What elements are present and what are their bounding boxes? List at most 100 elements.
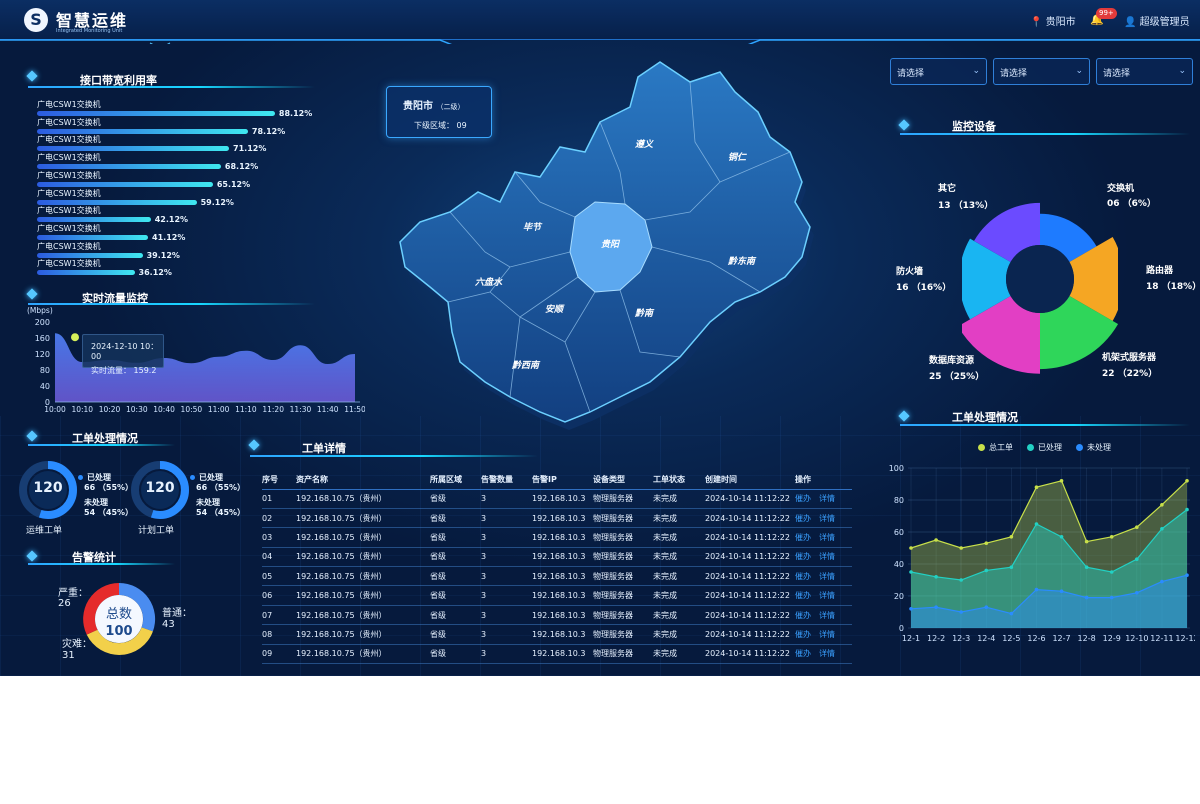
legend-dot xyxy=(1076,444,1083,451)
table-cell: 192.168.10.75（贵州） xyxy=(296,547,430,568)
table-cell: 06 xyxy=(262,585,296,606)
table-cell: 未完成 xyxy=(653,644,705,665)
table-cell: 未完成 xyxy=(653,566,705,587)
series-point xyxy=(1109,535,1114,539)
detail-link[interactable]: 详情 xyxy=(819,489,852,509)
detail-link[interactable]: 详情 xyxy=(819,605,852,626)
ops-done-value: 66 （55%） xyxy=(84,483,134,492)
urge-link[interactable]: 催办 xyxy=(795,644,819,665)
trend-legend: 总工单 已处理 未处理 xyxy=(978,442,1125,453)
devices-title: 监控设备 xyxy=(952,120,996,133)
detail-link[interactable]: 详情 xyxy=(819,547,852,568)
x-tick-label: 10:00 xyxy=(44,405,66,414)
detail-link[interactable]: 详情 xyxy=(819,527,852,548)
table-cell: 07 xyxy=(262,605,296,626)
urge-link[interactable]: 催办 xyxy=(795,547,819,568)
series-point xyxy=(934,538,938,542)
bandwidth-value: 41.12% xyxy=(152,232,186,242)
urge-link[interactable]: 催办 xyxy=(795,508,819,529)
filter-select-1[interactable]: 请选择 ⌄ xyxy=(890,58,987,85)
table-cell: 2024-10-14 11:12:22 xyxy=(705,566,795,587)
table-cell: 2024-10-14 11:12:22 xyxy=(705,585,795,606)
device-value-db: 25 （25%） xyxy=(929,372,985,382)
table-header-cell: 序号 xyxy=(262,470,296,490)
table-header-cell: 工单状态 xyxy=(653,470,705,490)
urge-link[interactable]: 催办 xyxy=(795,527,819,548)
table-cell: 3 xyxy=(481,547,532,568)
series-point xyxy=(1135,557,1139,561)
filter-select-3[interactable]: 请选择 ⌄ xyxy=(1096,58,1193,85)
filter-select-2[interactable]: 请选择 ⌄ xyxy=(993,58,1090,85)
table-cell: 192.168.10.3 xyxy=(532,527,593,548)
plan-todo-value: 54 （45%） xyxy=(196,508,246,517)
y-tick-label: 200 xyxy=(35,318,50,327)
urge-link[interactable]: 催办 xyxy=(795,585,819,606)
bandwidth-item-label: 广电CSW1交换机 xyxy=(37,153,101,163)
guizhou-map[interactable]: 遵义 铜仁 毕节 贵阳 黔东南 六盘水 安顺 黔南 黔西南 xyxy=(390,52,820,432)
chevron-down-icon: ⌄ xyxy=(1075,66,1083,76)
bandwidth-item-label: 广电CSW1交换机 xyxy=(37,170,101,180)
urge-link[interactable]: 催办 xyxy=(795,489,819,509)
device-value-firewall: 16 （16%） xyxy=(896,283,952,293)
title-underline xyxy=(250,455,538,457)
table-cell: 192.168.10.3 xyxy=(532,605,593,626)
logo-icon: S xyxy=(24,8,48,32)
urge-link[interactable]: 催办 xyxy=(795,624,819,645)
table-cell: 01 xyxy=(262,489,296,509)
bandwidth-value: 42.12% xyxy=(154,215,189,225)
x-tick-label: 12-8 xyxy=(1078,634,1096,643)
detail-link[interactable]: 详情 xyxy=(819,508,852,529)
legend-item[interactable]: 未处理 xyxy=(1076,443,1111,452)
bandwidth-bar xyxy=(37,252,143,258)
series-point xyxy=(909,570,913,574)
map-label-qianxinan: 黔西南 xyxy=(511,360,541,371)
legend-item[interactable]: 总工单 xyxy=(978,443,1013,452)
location-selector[interactable]: 📍 贵阳市 xyxy=(1030,13,1076,28)
device-label-router: 路由器 xyxy=(1146,266,1174,276)
alarm-severe-label: 严重： xyxy=(58,588,88,599)
device-value-router: 18 （18%） xyxy=(1146,282,1200,292)
table-cell: 物理服务器 xyxy=(593,624,653,645)
table-cell: 物理服务器 xyxy=(593,566,653,587)
table-cell: 物理服务器 xyxy=(593,585,653,606)
legend-item[interactable]: 已处理 xyxy=(1027,443,1062,452)
table-cell: 3 xyxy=(481,489,532,509)
rose-center xyxy=(1006,245,1074,313)
x-tick-label: 11:40 xyxy=(317,405,339,414)
urge-link[interactable]: 催办 xyxy=(795,566,819,587)
user-icon: 👤 xyxy=(1124,17,1137,28)
table-cell: 省级 xyxy=(430,527,481,548)
series-point xyxy=(1135,525,1139,529)
ops-order-name: 运维工单 xyxy=(26,526,63,536)
map-label-bijie: 毕节 xyxy=(523,222,543,233)
map-label-tongren: 铜仁 xyxy=(728,152,747,163)
table-cell: 物理服务器 xyxy=(593,508,653,529)
detail-link[interactable]: 详情 xyxy=(819,566,852,587)
legend-dot xyxy=(978,444,985,451)
series-point xyxy=(1059,535,1064,539)
x-tick-label: 12-9 xyxy=(1103,634,1121,643)
user-name: 超级管理员 xyxy=(1139,17,1190,28)
urge-link[interactable]: 催办 xyxy=(795,605,819,626)
detail-link[interactable]: 详情 xyxy=(819,585,852,606)
table-row: 02 192.168.10.75（贵州） 省级 3 192.168.10.3 物理服务器未… xyxy=(262,508,852,529)
detail-link[interactable]: 详情 xyxy=(819,624,852,645)
series-point xyxy=(1160,503,1164,507)
device-value-rack: 22 （22%） xyxy=(1102,369,1158,379)
bandwidth-item-label: 广电CSW1交换机 xyxy=(37,206,101,216)
bandwidth-item-label: 广电CSW1交换机 xyxy=(37,188,101,198)
series-point xyxy=(1160,579,1164,584)
table-header-cell: 创建时间 xyxy=(705,470,795,490)
traffic-chart: 0408012016020010:00 10:10 10:20 10:30 10:40 1… xyxy=(35,318,365,414)
table-cell: 192.168.10.3 xyxy=(532,566,593,587)
alarm-severe-value: 26 xyxy=(58,598,71,609)
alarm-normal-label: 普通： xyxy=(162,608,192,619)
device-rose-chart xyxy=(962,202,1118,374)
user-menu[interactable]: 👤 超级管理员 xyxy=(1124,13,1190,28)
table-row: 04 192.168.10.75（贵州） 省级 3 192.168.10.3 物理服务器未… xyxy=(262,547,852,568)
x-tick-label: 12-3 xyxy=(952,634,970,643)
legend-label: 未处理 xyxy=(1087,443,1111,452)
table-cell: 2024-10-14 11:12:22 xyxy=(705,489,795,509)
ops-order-total: 120 xyxy=(33,480,63,496)
detail-link[interactable]: 详情 xyxy=(819,644,852,665)
